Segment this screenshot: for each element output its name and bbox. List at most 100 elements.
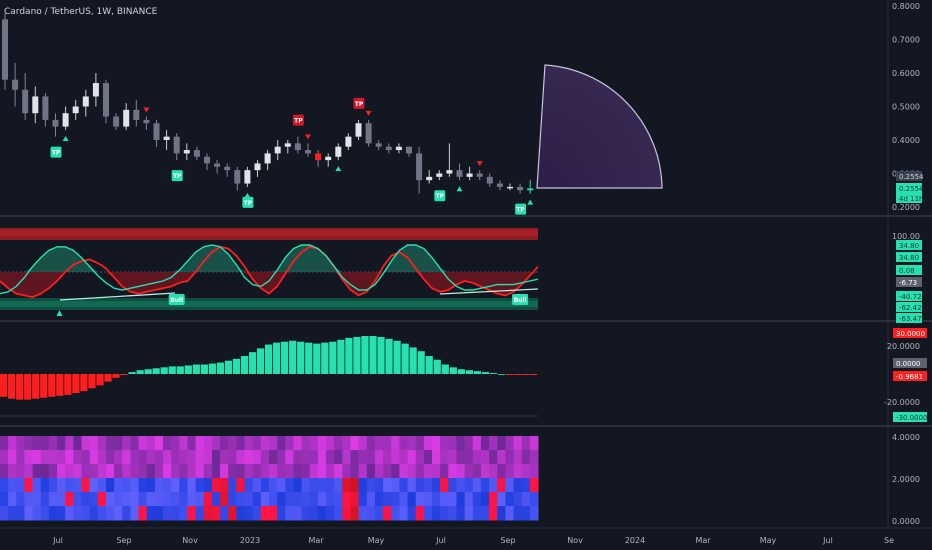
candle-body <box>113 116 120 127</box>
heatmap-cell <box>391 450 400 465</box>
heatmap-cell <box>81 436 91 451</box>
heatmap-cell <box>309 506 319 521</box>
heatmap-cell <box>8 436 17 451</box>
heatmap-cell <box>358 492 368 507</box>
heatmap-cell <box>171 478 180 493</box>
heatmap-cell <box>220 492 229 507</box>
bull-cloud <box>0 245 538 272</box>
heatmap-cell <box>521 450 531 465</box>
candle-body <box>32 96 39 114</box>
heatmap-cell <box>203 506 213 521</box>
heatmap-cell <box>497 464 506 479</box>
heatmap-cell <box>81 450 91 465</box>
trading-chart[interactable]: TP TP TP TP TP TP TP Bull Bull 0.8000 0.7000 0.60… <box>0 0 932 550</box>
time-axis-label: Mar <box>308 536 324 545</box>
candle-body <box>365 123 372 144</box>
time-scale[interactable]: Jul Sep Nov 2023 Mar May Jul Sep Nov 2024 Mar May Ju… <box>52 536 894 545</box>
heatmap-cell <box>529 492 539 507</box>
candle-body <box>284 143 291 147</box>
heatmap-cell <box>228 436 237 451</box>
axis-tick-label: 0.0000 <box>892 517 920 526</box>
heatmap-cell <box>521 464 531 479</box>
histogram-pane[interactable] <box>0 336 538 417</box>
axis-tick-label: 0.8000 <box>892 2 920 11</box>
heatmap-cell <box>203 464 213 479</box>
axis-tick-label: 100.00 <box>892 232 920 241</box>
heatmap-cell <box>97 478 107 493</box>
heatmap-cell <box>301 436 311 451</box>
price-badge-text: 30.0000 <box>896 330 925 338</box>
heatmap-cell <box>529 464 539 479</box>
heatmap-cell <box>407 464 417 479</box>
heatmap-cell <box>269 506 278 521</box>
heatmap-cell <box>448 492 457 507</box>
heatmap-cell <box>399 492 409 507</box>
heatmap-cell <box>195 450 205 465</box>
candle-body <box>22 89 29 114</box>
heatmap-cell <box>464 478 474 493</box>
heatmap-cell <box>244 450 254 465</box>
histogram-bar <box>248 352 257 374</box>
heatmap-cell <box>40 436 50 451</box>
heatmap-cell <box>529 506 539 521</box>
heatmap-cell <box>456 464 466 479</box>
histogram-bar <box>168 366 176 374</box>
histogram-bar <box>449 367 457 374</box>
heatmap-cell <box>472 492 482 507</box>
price-pane[interactable]: TP TP TP TP TP TP TP <box>2 12 534 215</box>
heatmap-cell <box>358 506 368 521</box>
heatmap-cell <box>57 506 66 521</box>
oscillator-pane[interactable]: Bull Bull <box>0 228 539 316</box>
heatmap-cell <box>211 478 221 493</box>
heatmap-cell <box>32 492 42 507</box>
histogram-bar <box>385 338 393 374</box>
time-axis-label: May <box>368 536 385 545</box>
heatmap-cell <box>114 506 123 521</box>
heatmap-cell <box>326 450 335 465</box>
heatmap-cell <box>440 436 449 451</box>
candle-body <box>183 150 190 154</box>
heatmap-cell <box>432 492 441 507</box>
heatmap-cell <box>130 450 140 465</box>
heatmap-cell <box>179 506 188 521</box>
histogram-bar <box>200 364 208 374</box>
heatmap-cell <box>317 450 327 465</box>
price-badge-text: 4d 11h <box>899 195 923 203</box>
tp-bull-label-text: TP <box>244 200 253 207</box>
histogram-bar <box>329 341 337 374</box>
heatmap-cell <box>480 450 490 465</box>
heatmap-cell <box>0 492 9 507</box>
histogram-bar <box>377 336 385 374</box>
price-scale[interactable]: 0.80000.70000.60000.50000.40000.30000.20… <box>884 2 927 526</box>
heatmap-pane[interactable] <box>0 436 539 521</box>
heatmap-cell <box>326 478 335 493</box>
candle-body <box>214 163 221 167</box>
heatmap-cell <box>40 492 50 507</box>
tp-bull-label-text: TP <box>173 173 182 180</box>
heatmap-cell <box>326 506 335 521</box>
heatmap-cell <box>415 492 425 507</box>
gann-fan-drawing[interactable] <box>536 64 663 189</box>
heatmap-cell <box>407 436 417 451</box>
time-axis-label: Se <box>884 536 894 545</box>
heatmap-cell <box>65 492 74 507</box>
heatmap-cell <box>179 450 188 465</box>
heatmap-cell <box>146 464 156 479</box>
heatmap-cell <box>8 492 17 507</box>
fan-sector[interactable] <box>536 64 663 189</box>
candle-body <box>103 83 109 117</box>
heatmap-cell <box>432 436 441 451</box>
heatmap-cell <box>105 506 115 521</box>
histogram-bar <box>48 374 56 397</box>
histogram-bar <box>457 369 465 374</box>
arrow-up-icon <box>244 192 251 198</box>
heatmap-cell <box>114 450 123 465</box>
heatmap-cell <box>130 492 140 507</box>
heatmap-cell <box>211 450 221 465</box>
heatmap-cell <box>374 492 384 507</box>
heatmap-cell <box>171 506 180 521</box>
heatmap-cell <box>432 450 441 465</box>
axis-tick-label: 20.0000 <box>887 342 920 351</box>
heatmap-cell <box>440 464 449 479</box>
heatmap-cell <box>464 450 474 465</box>
